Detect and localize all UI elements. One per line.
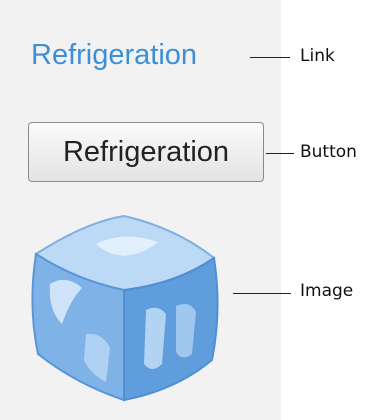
button-callout-line [266, 153, 294, 154]
refrigeration-button[interactable]: Refrigeration [28, 122, 264, 182]
link-callout-label: Link [300, 46, 335, 66]
refrigeration-link[interactable]: Refrigeration [31, 35, 197, 75]
image-callout-line [233, 293, 291, 294]
ice-cube-icon[interactable] [26, 214, 222, 404]
image-callout-label: Image [300, 281, 354, 301]
link-callout-line [250, 57, 290, 58]
button-callout-label: Button [300, 142, 357, 162]
